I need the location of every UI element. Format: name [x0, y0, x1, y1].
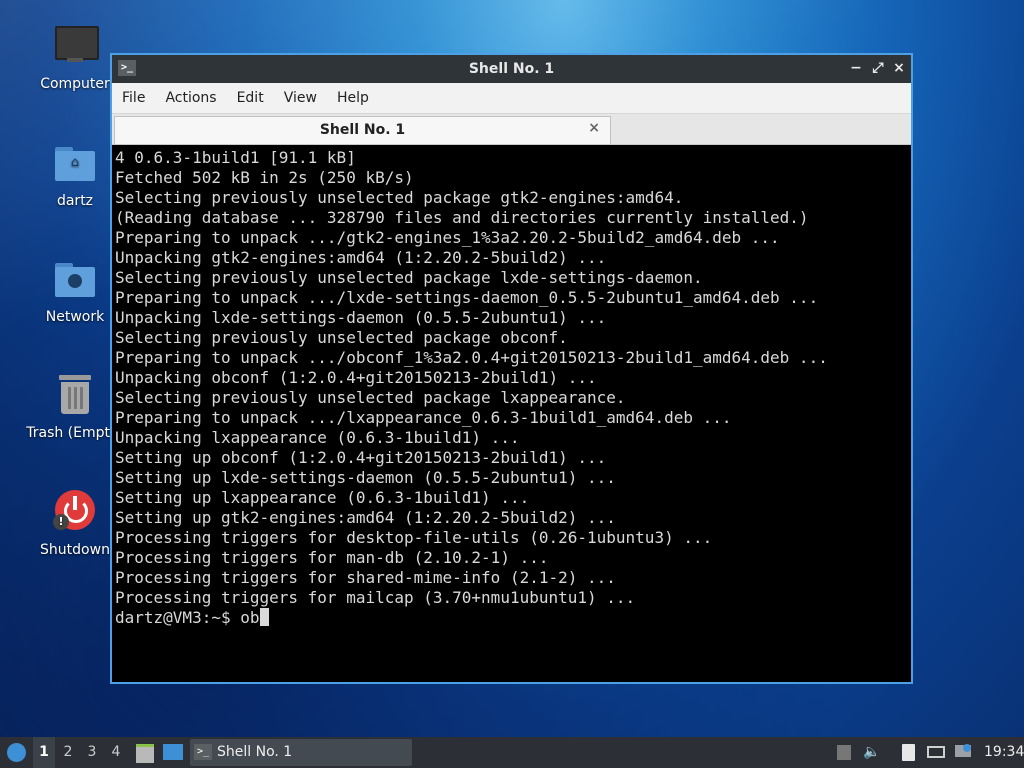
shell-prompt: dartz@VM3:~$ — [115, 608, 241, 627]
terminal-line: Setting up gtk2-engines:amd64 (1:2.20.2-… — [115, 508, 616, 527]
close-button[interactable]: × — [890, 59, 908, 77]
start-menu-icon — [7, 743, 26, 762]
terminal-line: Setting up lxappearance (0.6.3-1build1) … — [115, 488, 530, 507]
shutdown-icon: ! — [51, 490, 99, 538]
display-icon[interactable] — [927, 744, 945, 761]
window-title: Shell No. 1 — [468, 61, 555, 77]
tab-bar: Shell No. 1 × — [112, 114, 911, 145]
tab-close-icon[interactable]: × — [588, 120, 600, 136]
menu-file[interactable]: File — [112, 90, 155, 106]
terminal-line: Preparing to unpack .../gtk2-engines_1%3… — [115, 228, 780, 247]
terminal-line: Processing triggers for shared-mime-info… — [115, 568, 616, 587]
tab-shell-1[interactable]: Shell No. 1 × — [114, 116, 611, 144]
terminal-line: Preparing to unpack .../lxde-settings-da… — [115, 288, 819, 307]
terminal-line: Setting up obconf (1:2.0.4+git20150213-2… — [115, 448, 607, 467]
terminal-lines: 4 0.6.3-1build1 [91.1 kB] Fetched 502 kB … — [112, 146, 911, 608]
task-label: Shell No. 1 — [217, 744, 293, 760]
terminal-line: Selecting previously unselected package … — [115, 188, 684, 207]
taskbar: 1 2 3 4 >_ Shell No. 1 🔈 19:34 — [0, 737, 1024, 768]
terminal-line: Unpacking obconf (1:2.0.4+git20150213-2b… — [115, 368, 597, 387]
taskbar-task-shell[interactable]: >_ Shell No. 1 — [190, 739, 412, 766]
terminal-line: Selecting previously unselected package … — [115, 328, 568, 347]
terminal-line: Processing triggers for man-db (2.10.2-1… — [115, 548, 549, 567]
workspace-3[interactable]: 3 — [81, 737, 103, 768]
terminal-window: >_ Shell No. 1 − ⤢ × File Actions Edit V… — [110, 53, 913, 684]
desktop-icon — [163, 744, 183, 760]
trash-icon — [51, 373, 99, 421]
home-folder-icon: ⌂ — [51, 141, 99, 189]
terminal-line: Selecting previously unselected package … — [115, 268, 703, 287]
tab-label: Shell No. 1 — [319, 122, 406, 138]
show-desktop-button[interactable] — [162, 737, 184, 768]
command-input[interactable]: ob — [240, 608, 259, 627]
terminal-line: Processing triggers for desktop-file-uti… — [115, 528, 713, 547]
menu-edit[interactable]: Edit — [227, 90, 274, 106]
file-manager-icon — [136, 744, 154, 763]
terminal-line: Unpacking lxappearance (0.6.3-1build1) .… — [115, 428, 520, 447]
terminal-line: Fetched 502 kB in 2s (250 kB/s) — [115, 168, 414, 187]
menu-help[interactable]: Help — [327, 90, 379, 106]
network-status-icon[interactable] — [955, 744, 973, 761]
workspace-4[interactable]: 4 — [105, 737, 127, 768]
terminal-line: Processing triggers for mailcap (3.70+nm… — [115, 588, 636, 607]
computer-icon — [51, 24, 99, 72]
menubar: File Actions Edit View Help — [112, 83, 911, 114]
clock[interactable]: 19:34 — [984, 737, 1024, 768]
terminal-line: Preparing to unpack .../lxappearance_0.6… — [115, 408, 732, 427]
terminal-line: Selecting previously unselected package … — [115, 388, 626, 407]
terminal-task-icon: >_ — [194, 744, 212, 760]
terminal-line: Setting up lxde-settings-daemon (0.5.5-2… — [115, 468, 616, 487]
file-manager-launcher[interactable] — [135, 737, 155, 768]
terminal-prompt-line[interactable]: dartz@VM3:~$ ob — [112, 608, 911, 628]
clipboard-icon[interactable] — [900, 744, 918, 761]
terminal-line: (Reading database ... 328790 files and d… — [115, 208, 809, 227]
maximize-button[interactable]: ⤢ — [869, 59, 887, 77]
terminal-line: Unpacking gtk2-engines:amd64 (1:2.20.2-5… — [115, 248, 607, 267]
terminal-output[interactable]: 4 0.6.3-1build1 [91.1 kB] Fetched 502 kB … — [112, 146, 911, 682]
workspace-1[interactable]: 1 — [33, 737, 55, 768]
window-titlebar[interactable]: >_ Shell No. 1 − ⤢ × — [112, 55, 911, 83]
eject-icon[interactable] — [835, 744, 853, 761]
terminal-line: 4 0.6.3-1build1 [91.1 kB] — [115, 148, 356, 167]
workspace-2[interactable]: 2 — [57, 737, 79, 768]
minimize-button[interactable]: − — [847, 59, 865, 77]
terminal-line: Preparing to unpack .../obconf_1%3a2.0.4… — [115, 348, 828, 367]
text-cursor — [259, 608, 269, 626]
network-folder-icon — [51, 257, 99, 305]
volume-icon[interactable]: 🔈 — [863, 744, 881, 761]
terminal-line: Unpacking lxde-settings-daemon (0.5.5-2u… — [115, 308, 607, 327]
start-menu-button[interactable] — [4, 737, 30, 768]
menu-view[interactable]: View — [274, 90, 327, 106]
menu-actions[interactable]: Actions — [155, 90, 226, 106]
